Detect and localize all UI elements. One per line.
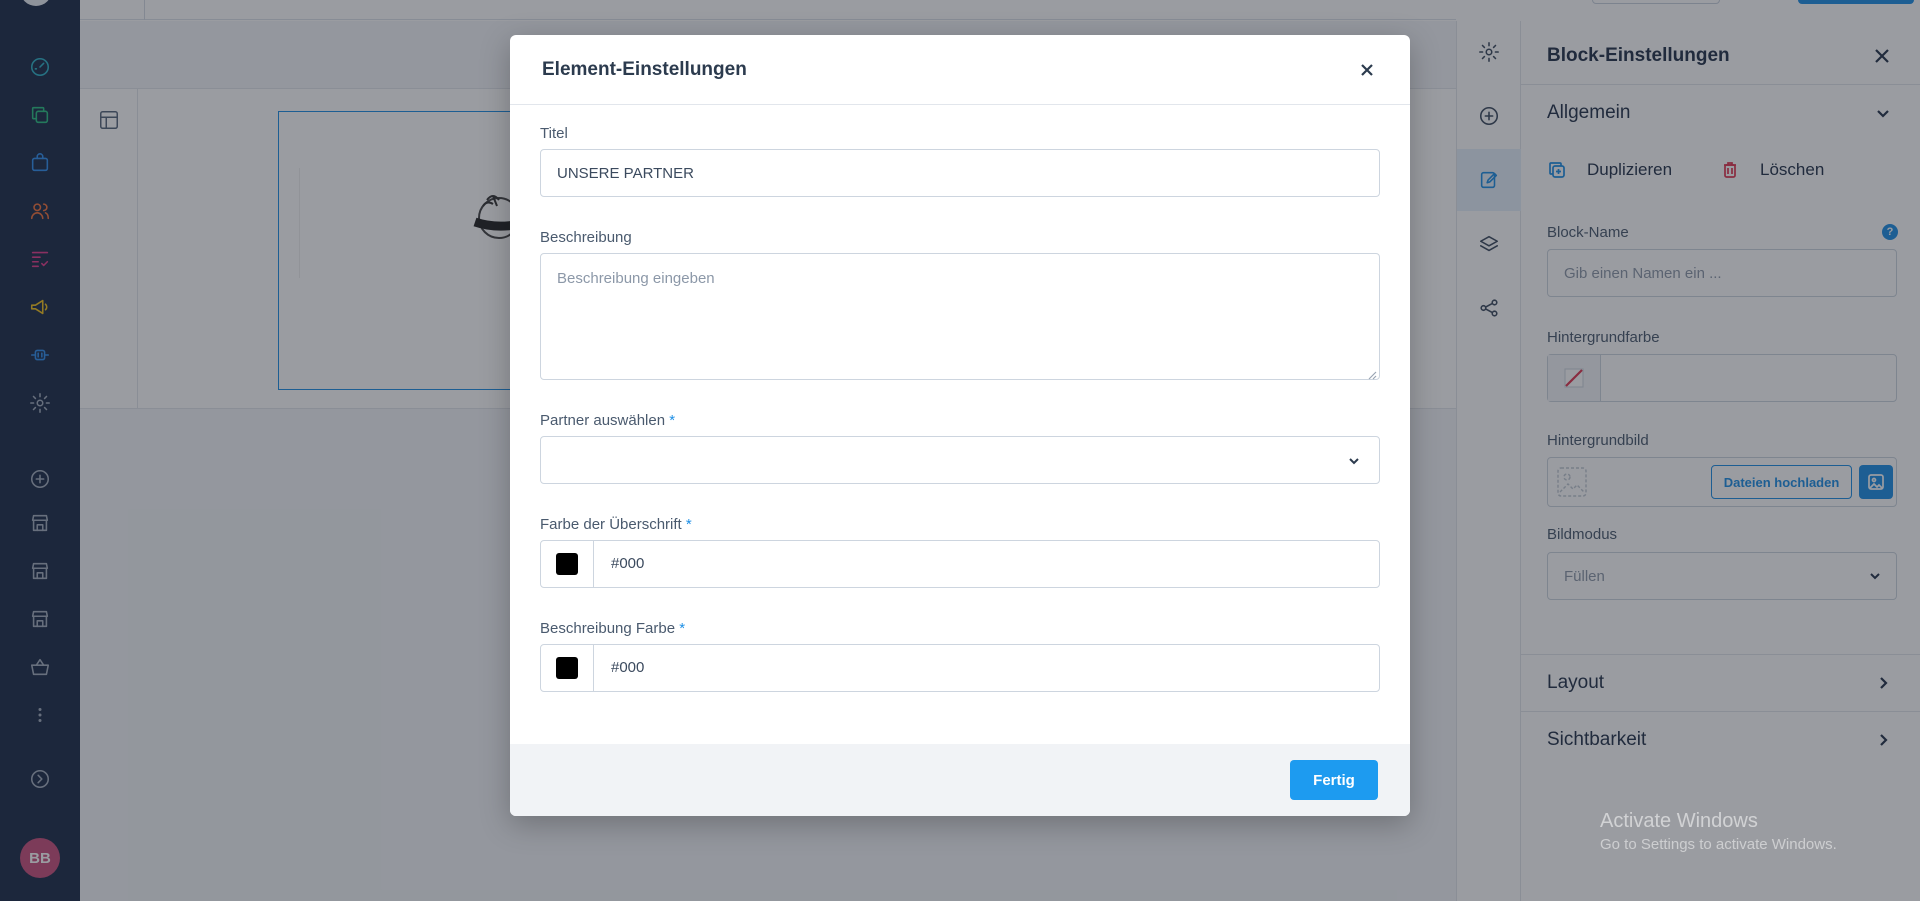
heading-color-swatch-button[interactable] — [541, 541, 594, 587]
chevron-down-icon — [1347, 454, 1361, 468]
windows-activation-hint: Go to Settings to activate Windows. — [1600, 836, 1837, 853]
windows-activation-watermark: Activate Windows — [1600, 810, 1758, 832]
description-color-input[interactable]: #000 — [540, 644, 1380, 692]
element-settings-modal: Element-Einstellungen Titel UNSERE PARTN… — [510, 35, 1410, 816]
modal-close-icon[interactable] — [1358, 61, 1376, 79]
modal-footer: Fertig — [510, 744, 1410, 816]
description-color-swatch-button[interactable] — [541, 645, 594, 691]
done-button[interactable]: Fertig — [1290, 760, 1378, 800]
modal-header: Element-Einstellungen — [510, 35, 1410, 105]
description-textarea[interactable]: Beschreibung eingeben — [540, 253, 1380, 380]
partner-label: Partner auswählen * — [540, 412, 676, 429]
modal-title: Element-Einstellungen — [542, 59, 747, 80]
title-label: Titel — [540, 125, 568, 142]
partner-select[interactable] — [540, 436, 1380, 484]
heading-color-input[interactable]: #000 — [540, 540, 1380, 588]
description-color-label: Beschreibung Farbe * — [540, 620, 686, 637]
title-input[interactable]: UNSERE PARTNER — [540, 149, 1380, 197]
description-label: Beschreibung — [540, 229, 632, 246]
heading-color-label: Farbe der Überschrift * — [540, 516, 692, 533]
color-swatch — [556, 657, 578, 679]
color-swatch — [556, 553, 578, 575]
resize-handle-icon[interactable] — [1367, 367, 1377, 380]
